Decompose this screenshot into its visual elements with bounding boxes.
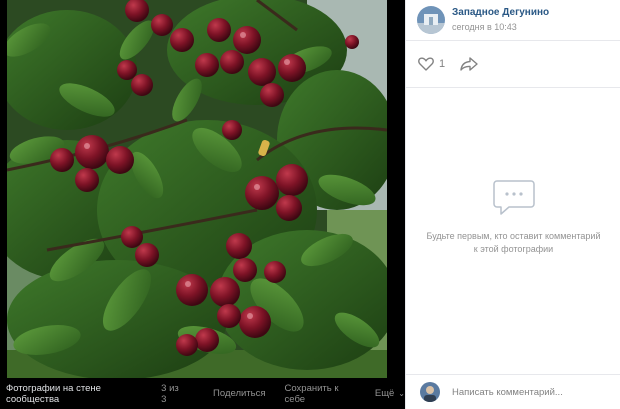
divider bbox=[406, 87, 620, 88]
empty-comments-text: Будьте первым, кто оставит комментарий к… bbox=[426, 231, 601, 254]
share-button[interactable] bbox=[460, 57, 478, 71]
photo-sidebar: Западное Дегунино сегодня в 10:43 1 Будь… bbox=[405, 0, 620, 409]
photo-counter: 3 из 3 bbox=[161, 382, 179, 405]
viewer-bottom-bar: Фотографии на стене сообщества 3 из 3 По… bbox=[0, 378, 405, 409]
like-button[interactable]: 1 bbox=[418, 57, 445, 71]
group-avatar[interactable] bbox=[417, 6, 445, 34]
share-arrow-icon bbox=[460, 57, 478, 71]
chevron-down-icon: ⌄ bbox=[398, 389, 405, 398]
group-name-link[interactable]: Западное Дегунино bbox=[452, 6, 549, 20]
post-time[interactable]: сегодня в 10:43 bbox=[452, 20, 549, 34]
comment-composer bbox=[406, 374, 620, 409]
empty-comments: Будьте первым, кто оставит комментарий к… bbox=[406, 178, 620, 256]
save-link[interactable]: Сохранить к себе bbox=[285, 383, 360, 405]
more-menu-button[interactable]: Ещё ⌄ bbox=[375, 388, 405, 399]
heart-outline-icon bbox=[418, 57, 434, 71]
group-avatar-image bbox=[417, 6, 445, 34]
user-avatar bbox=[420, 382, 440, 402]
share-link[interactable]: Поделиться bbox=[213, 388, 265, 399]
post-header: Западное Дегунино сегодня в 10:43 bbox=[406, 0, 620, 40]
photo[interactable] bbox=[7, 0, 387, 378]
photo-viewer: Фотографии на стене сообщества 3 из 3 По… bbox=[0, 0, 405, 409]
more-label: Ещё bbox=[374, 388, 395, 399]
comment-input[interactable] bbox=[452, 386, 612, 398]
album-title-link[interactable]: Фотографии на стене сообщества bbox=[6, 383, 153, 405]
post-actions: 1 bbox=[406, 41, 620, 87]
user-avatar-image bbox=[420, 382, 440, 402]
apple-tree-photo bbox=[7, 0, 387, 378]
speech-bubble-icon bbox=[492, 180, 535, 215]
like-count: 1 bbox=[439, 58, 446, 70]
